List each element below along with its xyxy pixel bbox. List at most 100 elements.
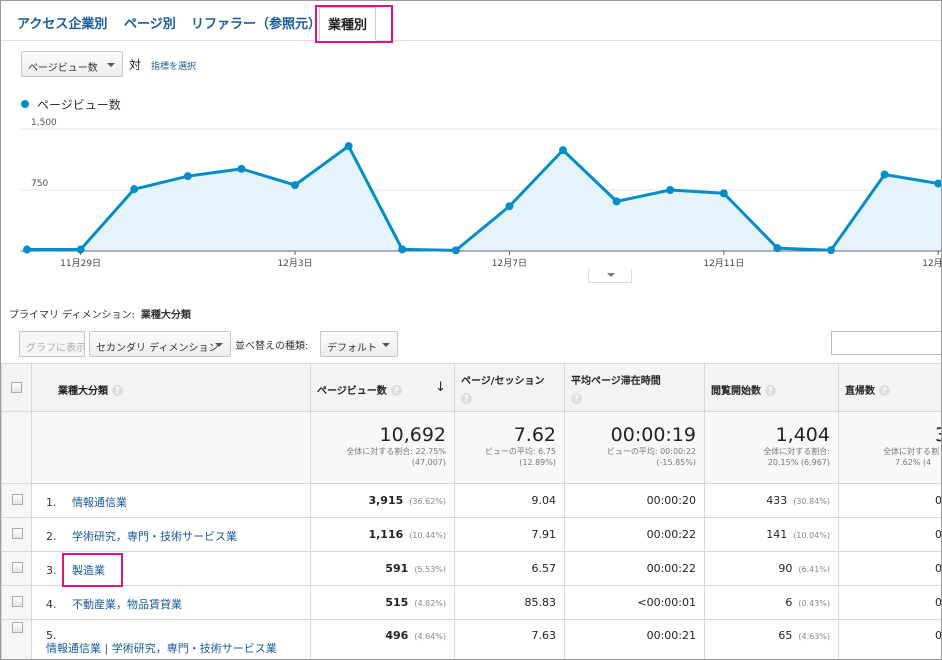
help-icon[interactable]: ?: [112, 385, 123, 396]
select-all-checkbox[interactable]: [11, 382, 22, 393]
tab-page[interactable]: ページ別: [124, 13, 176, 32]
chevron-down-icon: [107, 63, 115, 67]
select-metric-link[interactable]: 指標を選択: [151, 59, 196, 72]
data-point: [237, 164, 246, 173]
row-value: 0: [935, 562, 942, 575]
tab-industry[interactable]: 業種別: [319, 7, 377, 41]
secondary-dimension-label: セカンダリ ディメンション: [96, 343, 219, 354]
row-pct: (5.53%): [414, 565, 446, 574]
help-icon[interactable]: ?: [461, 393, 472, 404]
row-bounces: 0(0: [838, 585, 941, 620]
col-header-dimension[interactable]: 業種大分類?: [31, 363, 311, 412]
plot-rows-button[interactable]: グラフに表示: [19, 331, 86, 357]
report-tabs: アクセス企業別 ページ別 リファラー（参照元）別 業種別: [1, 1, 941, 41]
row-dimension-link[interactable]: 不動産業，物品賃貸業: [72, 598, 182, 611]
data-point: [773, 244, 782, 253]
row-checkbox[interactable]: [12, 596, 23, 607]
row-dimension: 5.情報通信業 | 学術研究，専門・技術サービス業: [31, 619, 311, 659]
data-point: [23, 245, 31, 254]
row-pps: 7.63: [454, 619, 565, 659]
versus-label: 対: [129, 58, 142, 72]
table-row: 5.情報通信業 | 学術研究，専門・技術サービス業 496 (4.64%) 7.6…: [1, 619, 941, 659]
row-pageviews: 3,915 (36.62%): [310, 483, 455, 518]
sort-type-dropdown[interactable]: デフォルト: [320, 331, 398, 357]
secondary-dimension-dropdown[interactable]: セカンダリ ディメンション: [89, 331, 231, 357]
sort-type-label: 並べ替えの種類:: [235, 341, 309, 352]
row-dimension-link[interactable]: 情報通信業: [72, 496, 127, 509]
row-entrances: 65 (4.63%): [704, 619, 839, 659]
data-point: [451, 246, 460, 255]
totals-bounces: 3全体に対する割 7.62% (4: [838, 411, 941, 484]
row-checkbox[interactable]: [12, 494, 23, 505]
y-tick-label: 750: [31, 179, 48, 189]
total-sub: 7.62% (4: [895, 458, 932, 467]
col-header-pages-per-session[interactable]: ページ/セッション?: [454, 363, 565, 412]
help-icon[interactable]: ?: [571, 393, 582, 404]
table-header: 業種大分類? ページビュー数? ↓ ページ/セッション? 平均ページ滞在時間? 閲…: [1, 363, 941, 412]
data-point: [719, 189, 728, 198]
col-header-avg-time[interactable]: 平均ページ滞在時間?: [564, 363, 705, 412]
col-header-pageviews[interactable]: ページビュー数? ↓: [310, 363, 455, 412]
row-value: 65: [778, 629, 793, 642]
row-dimension-link[interactable]: 製造業: [72, 564, 105, 577]
row-rank: 4.: [46, 598, 57, 611]
row-rank: 2.: [46, 530, 57, 543]
row-bounces: 0(0: [838, 551, 942, 586]
col-label: ページビュー数: [317, 386, 387, 397]
row-dimension-link[interactable]: 情報通信業 | 学術研究，専門・技術サービス業: [46, 642, 286, 656]
row-checkbox[interactable]: [12, 622, 23, 633]
row-pct: (10.04%): [793, 531, 830, 540]
row-pct: (36.62%): [409, 497, 446, 506]
row-pct: (4.64%): [414, 632, 446, 641]
series-area: [27, 146, 941, 251]
help-icon[interactable]: ?: [765, 385, 776, 396]
data-point: [666, 186, 675, 194]
select-all-cell: [1, 363, 32, 412]
totals-dimension-cell: [31, 411, 311, 484]
row-pps: 7.91: [454, 517, 565, 552]
row-checkbox-cell: [1, 585, 32, 620]
total-sub: 全体に対する割合: 22.75%: [346, 447, 446, 456]
row-dimension: 1. 情報通信業: [31, 483, 311, 518]
data-point: [505, 202, 514, 211]
row-value: 141: [766, 528, 788, 541]
row-value: 433: [766, 494, 788, 507]
help-icon[interactable]: ?: [390, 385, 402, 396]
pageviews-chart: 1,500 750 11月29日 12月3日 12月7日 12月11日 12月15: [21, 118, 942, 269]
chart-collapse-toggle[interactable]: [588, 269, 632, 283]
data-point: [934, 179, 941, 188]
row-value: 1,116: [368, 528, 404, 541]
sort-arrow-down-icon: ↓: [435, 380, 446, 395]
row-dimension: 4. 不動産業，物品賃貸業: [31, 585, 311, 620]
y-tick-label: 1,500: [31, 118, 57, 128]
row-value: 6: [785, 596, 793, 609]
metric-selector[interactable]: ページビュー数: [21, 51, 123, 77]
total-value: 00:00:19: [610, 424, 696, 446]
data-table: 業種大分類? ページビュー数? ↓ ページ/セッション? 平均ページ滞在時間? 閲…: [1, 363, 942, 659]
row-checkbox[interactable]: [12, 562, 23, 573]
total-value: 3: [839, 412, 941, 446]
col-header-entrances[interactable]: 閲覧開始数?: [704, 363, 839, 412]
row-dimension-link[interactable]: 学術研究，専門・技術サービス業: [72, 530, 237, 543]
x-tick-label: 12月15: [922, 258, 942, 269]
tab-access-company[interactable]: アクセス企業別: [17, 13, 107, 32]
row-checkbox[interactable]: [12, 528, 23, 539]
row-rank: 1.: [46, 496, 57, 509]
col-header-bounces[interactable]: 直帰数?: [838, 363, 941, 412]
x-tick-label: 12月3日: [277, 258, 312, 269]
total-value: 1,404: [775, 424, 830, 446]
row-time: 00:00:22: [564, 517, 705, 552]
analytics-report: アクセス企業別 ページ別 リファラー（参照元）別 業種別 ページビュー数 対 指…: [0, 0, 942, 660]
total-value: 7.62: [513, 424, 556, 446]
total-sub: (47,007): [411, 458, 446, 467]
row-value: 591: [385, 562, 409, 575]
table-search-input[interactable]: [831, 331, 941, 355]
x-tick-label: 12月7日: [492, 258, 527, 269]
row-entrances: 141 (10.04%): [704, 517, 839, 552]
tab-referrer[interactable]: リファラー（参照元）別: [191, 13, 334, 32]
row-pps: 85.83: [454, 585, 565, 620]
row-checkbox-cell: [1, 551, 32, 586]
help-icon[interactable]: ?: [879, 385, 890, 396]
sort-type-value: デフォルト: [327, 343, 377, 354]
totals-empty-cell: [1, 411, 32, 484]
